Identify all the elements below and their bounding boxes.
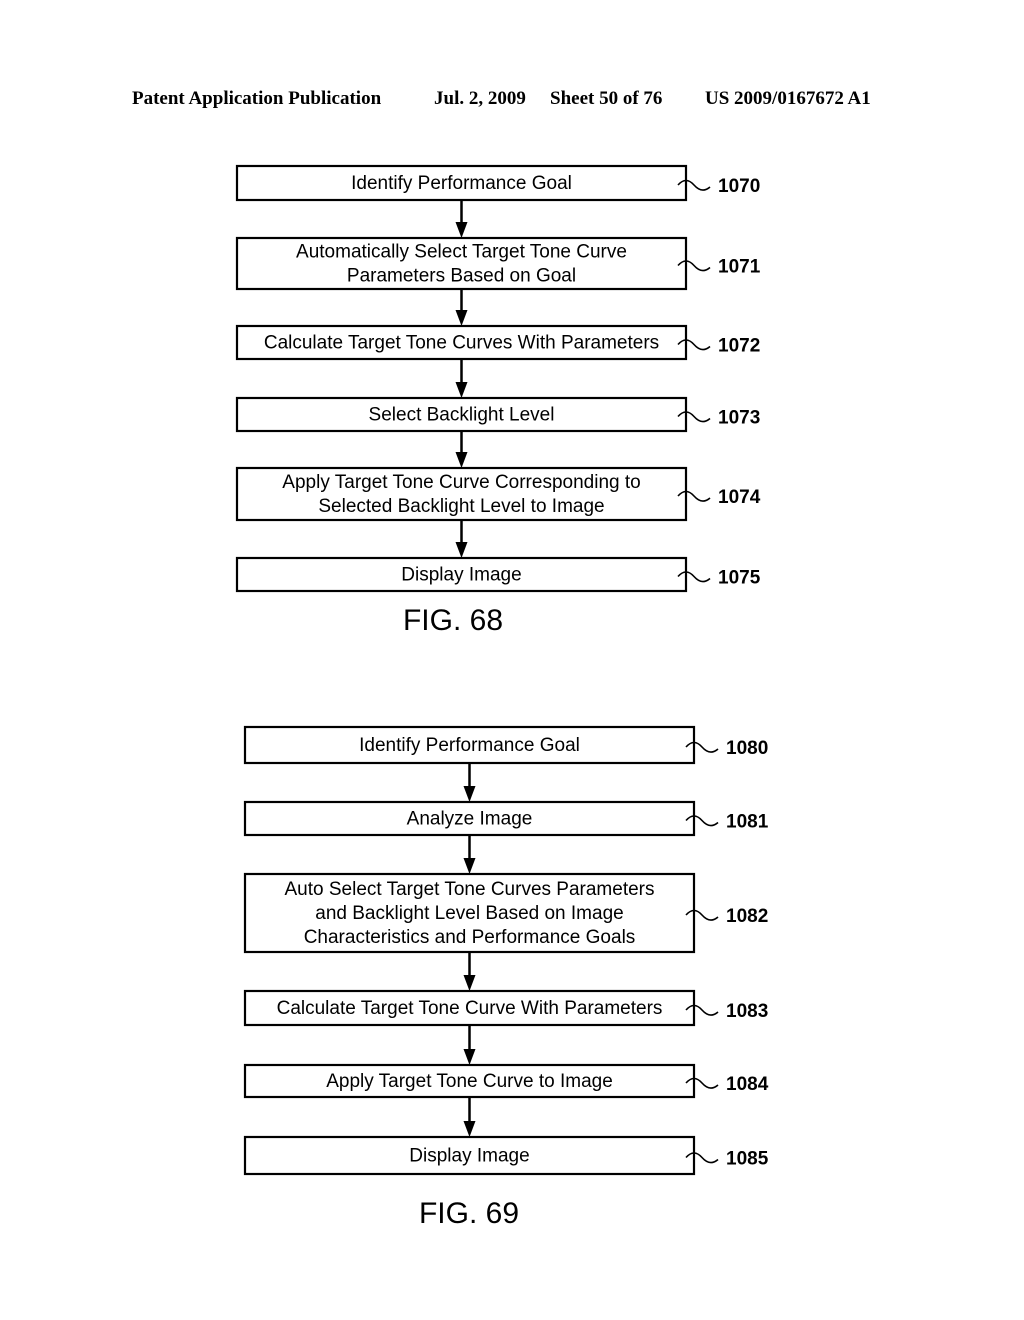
arrow-head-icon: [455, 310, 468, 326]
flow-step: Calculate Target Tone Curves With Parame…: [235, 324, 760, 361]
arrow-head-icon: [463, 858, 476, 874]
step-label: Identify Performance Goal: [351, 173, 572, 194]
reference-numeral: 1085: [726, 1149, 769, 1170]
arrow-head-icon: [463, 1121, 476, 1137]
flow-step: Automatically Select Target Tone Curve Pa…: [235, 236, 761, 291]
step-label: Calculate Target Tone Curve With Paramet…: [277, 998, 663, 1019]
reference-numeral: 1081: [726, 812, 769, 833]
flow-step: Apply Target Tone Curve Corresponding to…: [235, 466, 761, 522]
arrow-head-icon: [455, 382, 468, 398]
step-label: Apply Target Tone Curve to Image: [326, 1071, 613, 1092]
step-label: Automatically Select Target Tone Curve: [296, 242, 627, 263]
arrow-head-icon: [455, 222, 468, 238]
step-label: Auto Select Target Tone Curves Parameter…: [285, 879, 655, 900]
flow-step: Identify Performance Goal 1080: [243, 725, 768, 765]
flow-arrow: [455, 520, 468, 558]
reference-numeral: 1082: [726, 906, 768, 927]
flow-arrow: [463, 835, 476, 874]
flow-arrow: [463, 1025, 476, 1065]
flow-arrow: [455, 289, 468, 326]
arrow-head-icon: [463, 786, 476, 802]
step-label: and Backlight Level Based on Image: [315, 903, 623, 924]
flow-arrow: [455, 200, 468, 238]
step-label: Calculate Target Tone Curves With Parame…: [264, 333, 659, 354]
figure-fig-69: Identify Performance Goal 1080 Analyze Ima…: [243, 725, 769, 1230]
step-label: Display Image: [409, 1146, 529, 1167]
step-label: Display Image: [401, 565, 521, 586]
step-label: Select Backlight Level: [369, 405, 555, 426]
flow-step: Analyze Image 1081: [243, 800, 769, 837]
flow-step: Display Image 1075: [235, 556, 761, 593]
reference-numeral: 1083: [726, 1001, 768, 1022]
step-label: Selected Backlight Level to Image: [318, 496, 604, 517]
step-label: Parameters Based on Goal: [347, 266, 576, 287]
arrow-head-icon: [463, 1049, 476, 1065]
figure-fig-68: Identify Performance Goal 1070 Automatical…: [235, 164, 761, 637]
step-label: Apply Target Tone Curve Corresponding to: [282, 472, 640, 493]
flow-arrow: [463, 952, 476, 991]
flow-step: Display Image 1085: [243, 1135, 769, 1176]
flow-step: Select Backlight Level 1073: [235, 396, 760, 433]
flow-arrow: [463, 763, 476, 802]
arrow-head-icon: [455, 542, 468, 558]
flow-arrow: [455, 359, 468, 398]
step-label: Characteristics and Performance Goals: [304, 927, 636, 948]
flow-step: Calculate Target Tone Curve With Paramet…: [243, 989, 768, 1027]
reference-numeral: 1084: [726, 1074, 769, 1095]
reference-numeral: 1073: [718, 408, 760, 429]
step-label: Analyze Image: [407, 809, 533, 830]
figure-label: FIG. 68: [403, 604, 503, 637]
step-label: Identify Performance Goal: [359, 735, 580, 756]
flow-arrow: [455, 431, 468, 468]
arrow-head-icon: [455, 452, 468, 468]
reference-numeral: 1074: [718, 487, 761, 508]
flow-step: Identify Performance Goal 1070: [235, 164, 760, 202]
figure-label: FIG. 69: [419, 1197, 519, 1230]
reference-numeral: 1070: [718, 176, 760, 197]
flow-step: Auto Select Target Tone Curves Parameter…: [243, 872, 768, 954]
flow-arrow: [463, 1097, 476, 1137]
flow-step: Apply Target Tone Curve to Image 1084: [243, 1063, 769, 1099]
reference-numeral: 1080: [726, 738, 768, 759]
flowchart-diagrams: Identify Performance Goal 1070 Automatical…: [235, 164, 769, 1230]
arrow-head-icon: [463, 975, 476, 991]
reference-numeral: 1072: [718, 336, 760, 357]
reference-numeral: 1075: [718, 568, 761, 589]
reference-numeral: 1071: [718, 257, 761, 278]
